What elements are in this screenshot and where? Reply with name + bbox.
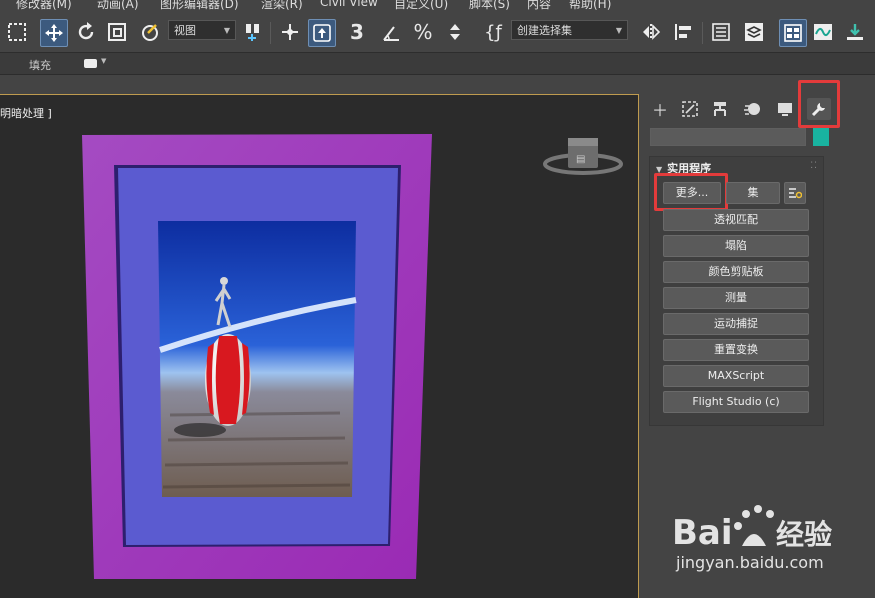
- drag-handle-icon[interactable]: ⁚⁚: [810, 161, 818, 171]
- spinner-snap-icon[interactable]: [442, 19, 468, 45]
- keyboard-shortcut-toggle-icon[interactable]: [308, 19, 336, 47]
- rotate-icon[interactable]: [73, 19, 99, 45]
- menu-item-rendering[interactable]: 渲染(R): [261, 0, 303, 10]
- percent-snap-icon[interactable]: %: [410, 19, 436, 45]
- baidu-watermark: Bai 经验 jingyan.baidu.com: [672, 498, 872, 588]
- snap-icon[interactable]: 3: [344, 19, 370, 45]
- toolbar-separator: [270, 22, 271, 44]
- scene-explorer-icon[interactable]: [708, 19, 734, 45]
- scale-icon[interactable]: [104, 19, 130, 45]
- svg-text:经验: 经验: [776, 518, 832, 551]
- fill-label: 填充: [29, 59, 51, 72]
- render-setup-icon[interactable]: [842, 19, 868, 45]
- utility-perspective-match[interactable]: 透视匹配: [663, 209, 809, 231]
- more-button[interactable]: 更多...: [663, 182, 721, 204]
- sets-button[interactable]: 集: [726, 182, 780, 204]
- perspective-viewport[interactable]: 明暗处理 ] ▤: [0, 94, 639, 598]
- menu-item-customize[interactable]: 自定义(U): [394, 0, 448, 10]
- utility-maxscript[interactable]: MAXScript: [663, 365, 809, 387]
- utility-measure[interactable]: 测量: [663, 287, 809, 309]
- select-region-icon[interactable]: [4, 19, 30, 45]
- baidu-logo: Bai 经验: [672, 505, 832, 552]
- ribbon-empty-row: [0, 74, 875, 95]
- ribbon-bar: 填充 ▼: [0, 52, 875, 75]
- menu-item-modifiers[interactable]: 修改器(M): [16, 0, 72, 10]
- svg-text:Bai: Bai: [672, 513, 733, 552]
- chevron-down-icon: ▼: [615, 26, 622, 35]
- rollout-header[interactable]: ▼ 实用程序: [656, 160, 711, 176]
- chevron-down-icon: ▼: [101, 57, 107, 65]
- select-link-icon[interactable]: [138, 19, 164, 45]
- view-cube[interactable]: ▤: [543, 138, 623, 175]
- picture-image: [158, 221, 356, 497]
- collapse-triangle-icon: ▼: [656, 165, 663, 174]
- menu-item-help[interactable]: 帮助(H): [569, 0, 611, 10]
- svg-text:▤: ▤: [576, 154, 585, 165]
- curve-editor-icon[interactable]: [810, 19, 836, 45]
- watermark-url: jingyan.baidu.com: [676, 553, 824, 572]
- scene-render: ▤: [82, 134, 623, 579]
- object-color-swatch[interactable]: [813, 128, 829, 146]
- mirror-icon[interactable]: [638, 19, 664, 45]
- manipulate-icon[interactable]: [277, 19, 303, 45]
- reference-coordinate-dropdown[interactable]: 视图 ▼: [168, 20, 236, 40]
- toolbar-separator: [702, 22, 703, 44]
- object-name-field[interactable]: [650, 128, 806, 146]
- utilities-rollout: ▼ 实用程序 ⁚⁚ 更多... 集 透视匹配 塌陷 颜色剪贴板 测量 运动捕捉 重…: [649, 156, 824, 426]
- fill-dropdown[interactable]: ▼: [84, 57, 108, 71]
- striped-ball: [205, 334, 251, 426]
- named-selection-set-dropdown[interactable]: 创建选择集 ▼: [511, 20, 628, 40]
- move-icon[interactable]: [40, 19, 68, 47]
- utility-flight-studio[interactable]: Flight Studio (c): [663, 391, 809, 413]
- menu-item-scripting[interactable]: 脚本(S): [469, 0, 510, 10]
- menu-item-content[interactable]: 内容: [527, 0, 551, 10]
- layer-icon[interactable]: [741, 19, 767, 45]
- main-toolbar: 视图 ▼ 3 % {ƒ 创建选择集 ▼: [0, 10, 875, 52]
- rollout-title: 实用程序: [667, 162, 712, 175]
- tab-display[interactable]: [773, 98, 797, 120]
- ribbon-icon[interactable]: [779, 19, 807, 47]
- utility-motion-capture[interactable]: 运动捕捉: [663, 313, 809, 335]
- utility-color-clipboard[interactable]: 颜色剪贴板: [663, 261, 809, 283]
- configure-button-sets-icon[interactable]: [784, 182, 806, 204]
- align-icon[interactable]: [670, 19, 696, 45]
- menu-item-animation[interactable]: 动画(A): [97, 0, 139, 10]
- fill-swatch: [84, 59, 97, 68]
- tab-hierarchy[interactable]: [708, 98, 732, 120]
- menu-item-civil-view[interactable]: Civil View: [320, 0, 378, 9]
- tab-motion[interactable]: [740, 98, 764, 120]
- tab-modify[interactable]: [678, 98, 702, 120]
- angle-snap-icon[interactable]: [378, 19, 404, 45]
- tab-create[interactable]: ＋: [648, 98, 672, 120]
- pivot-icon[interactable]: [240, 19, 266, 45]
- menu-item-graph-editors[interactable]: 图形编辑器(D): [160, 0, 239, 10]
- edit-named-selection-icon[interactable]: {ƒ: [480, 19, 506, 45]
- menu-bar: 修改器(M) 动画(A) 图形编辑器(D) 渲染(R) Civil View 自…: [0, 0, 875, 10]
- tab-utilities[interactable]: [807, 98, 831, 120]
- utility-collapse[interactable]: 塌陷: [663, 235, 809, 257]
- utility-reset-xform[interactable]: 重置变换: [663, 339, 809, 361]
- chevron-down-icon: ▼: [223, 26, 230, 35]
